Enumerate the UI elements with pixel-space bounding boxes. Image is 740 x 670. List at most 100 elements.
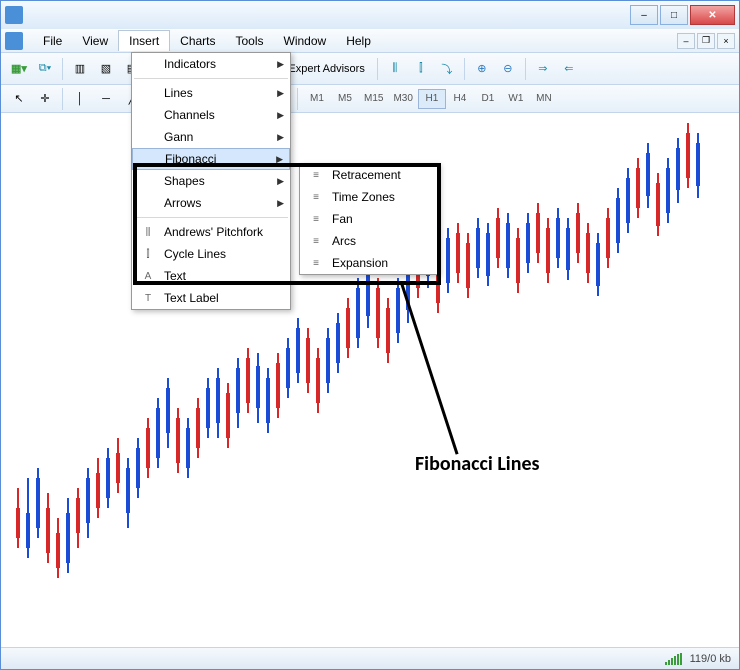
timeframe-m1[interactable]: M1: [303, 89, 331, 109]
submenu-item-label: Fan: [332, 212, 353, 226]
toolbar-separator: [464, 58, 465, 80]
fib-icon: ≡: [306, 255, 326, 271]
window-maximize-button[interactable]: □: [660, 5, 688, 25]
app-window: – □ ✕ File View Insert Charts Tools Wind…: [0, 0, 740, 670]
fib-icon: ≡: [306, 189, 326, 205]
bar-chart-button[interactable]: ⫼: [383, 57, 407, 81]
auto-scroll-button[interactable]: ⇒: [531, 57, 555, 81]
connection-bars-icon: [665, 653, 682, 665]
submenu-item-label: Expansion: [332, 256, 388, 270]
blank-icon: [139, 151, 159, 167]
cursor-tool[interactable]: ↖: [7, 87, 31, 111]
zoom-in-button[interactable]: ⊕: [470, 57, 494, 81]
menubar: File View Insert Charts Tools Window Hel…: [1, 29, 739, 53]
menu-item-label: Indicators: [164, 57, 216, 71]
menu-item-label: Text: [164, 269, 186, 283]
menu-item-andrews-pitchfork[interactable]: ⫼Andrews' Pitchfork: [132, 221, 290, 243]
submenu-arrow-icon: ▶: [277, 198, 284, 209]
menu-item-indicators[interactable]: Indicators ▶: [132, 53, 290, 75]
submenu-arrow-icon: ▶: [277, 132, 284, 143]
menu-item-gann[interactable]: Gann ▶: [132, 126, 290, 148]
menu-view[interactable]: View: [72, 31, 118, 51]
new-chart-button[interactable]: ▦▾: [7, 57, 31, 81]
T-icon: T: [138, 290, 158, 306]
submenu-item-arcs[interactable]: ≡Arcs: [300, 230, 438, 252]
menu-item-channels[interactable]: Channels ▶: [132, 104, 290, 126]
expert-advisors-label: Expert Advisors: [288, 63, 364, 75]
vline-tool[interactable]: │: [68, 87, 92, 111]
menu-charts[interactable]: Charts: [170, 31, 225, 51]
timeframe-h4[interactable]: H4: [446, 89, 474, 109]
submenu-item-label: Time Zones: [332, 190, 395, 204]
timeframe-m15[interactable]: M15: [359, 89, 388, 109]
blank-icon: [138, 195, 158, 211]
timeframe-h1[interactable]: H1: [418, 89, 446, 109]
timeframe-mn[interactable]: MN: [530, 89, 558, 109]
A-icon: A: [138, 268, 158, 284]
submenu-item-retracement[interactable]: ≡ Retracement: [300, 164, 438, 186]
menu-item-cycle-lines[interactable]: ⫿Cycle Lines: [132, 243, 290, 265]
menu-item-label: Fibonacci: [165, 152, 216, 166]
connection-status: 119/0 kb: [690, 653, 731, 665]
timeframe-m5[interactable]: M5: [331, 89, 359, 109]
toolbar-separator: [525, 58, 526, 80]
toolbar-separator: [62, 58, 63, 80]
menu-item-arrows[interactable]: Arrows▶: [132, 192, 290, 214]
profiles-button[interactable]: ⧉▾: [33, 57, 57, 81]
hline-tool[interactable]: ─: [94, 87, 118, 111]
menu-item-label: Text Label: [164, 291, 219, 305]
objects-toolbar: ↖ ✛ │ ─ ╱ ≋ ≡ A T ↑▾ M1M5M15M30H1H4D1W1M…: [1, 85, 739, 113]
toolbar-separator: [62, 88, 63, 110]
menu-item-lines[interactable]: Lines▶: [132, 82, 290, 104]
timeframe-m30[interactable]: M30: [388, 89, 417, 109]
menu-item-label: Cycle Lines: [164, 247, 226, 261]
menu-item-label: Channels: [164, 108, 215, 122]
crosshair-tool[interactable]: ✛: [33, 87, 57, 111]
market-watch-button[interactable]: ▥: [68, 57, 92, 81]
mdi-minimize-button[interactable]: –: [677, 33, 695, 49]
blank-icon: [138, 173, 158, 189]
blank-icon: [138, 107, 158, 123]
timeframe-selector: M1M5M15M30H1H4D1W1MN: [303, 89, 558, 109]
fibonacci-submenu: ≡Retracement≡Time Zones≡Fan≡Arcs≡Expansi…: [299, 163, 439, 275]
candle-chart-button[interactable]: ⫿: [409, 57, 433, 81]
menu-item-text[interactable]: A Text: [132, 265, 290, 287]
submenu-item-fan[interactable]: ≡Fan: [300, 208, 438, 230]
submenu-item-time-zones[interactable]: ≡ Time Zones: [300, 186, 438, 208]
chart-shift-button[interactable]: ⇐: [557, 57, 581, 81]
menu-tools[interactable]: Tools: [226, 31, 274, 51]
submenu-item-expansion[interactable]: ≡ Expansion: [300, 252, 438, 274]
fib-icon: ≡: [306, 233, 326, 249]
toolbar-separator: [297, 88, 298, 110]
window-minimize-button[interactable]: –: [630, 5, 658, 25]
line-chart-button[interactable]: ⤵: [435, 57, 459, 81]
menu-insert[interactable]: Insert: [118, 30, 170, 51]
menu-item-label: Gann: [164, 130, 193, 144]
submenu-item-label: Retracement: [332, 168, 401, 182]
submenu-arrow-icon: ▶: [277, 59, 284, 70]
navigator-button[interactable]: ▧: [94, 57, 118, 81]
insert-dropdown-menu: Indicators▶Lines▶Channels▶Gann▶Fibonacci…: [131, 52, 291, 310]
menu-item-fibonacci[interactable]: Fibonacci ▶: [132, 148, 290, 170]
mdi-close-button[interactable]: ×: [717, 33, 735, 49]
pitchfork-icon: ⫼: [138, 224, 158, 240]
blank-icon: [138, 56, 158, 72]
blank-icon: [138, 85, 158, 101]
submenu-arrow-icon: ▶: [277, 110, 284, 121]
titlebar: – □ ✕: [1, 1, 739, 29]
app-logo-icon: [5, 32, 23, 50]
submenu-arrow-icon: ▶: [277, 176, 284, 187]
menu-file[interactable]: File: [33, 31, 72, 51]
menu-window[interactable]: Window: [274, 31, 337, 51]
submenu-arrow-icon: ▶: [276, 154, 283, 165]
statusbar: 119/0 kb: [1, 647, 739, 669]
menu-item-shapes[interactable]: Shapes▶: [132, 170, 290, 192]
menu-help[interactable]: Help: [336, 31, 381, 51]
mdi-restore-button[interactable]: ❐: [697, 33, 715, 49]
menu-item-text-label[interactable]: T Text Label: [132, 287, 290, 309]
timeframe-w1[interactable]: W1: [502, 89, 530, 109]
fib-icon: ≡: [306, 167, 326, 183]
timeframe-d1[interactable]: D1: [474, 89, 502, 109]
zoom-out-button[interactable]: ⊖: [496, 57, 520, 81]
window-close-button[interactable]: ✕: [690, 5, 735, 25]
